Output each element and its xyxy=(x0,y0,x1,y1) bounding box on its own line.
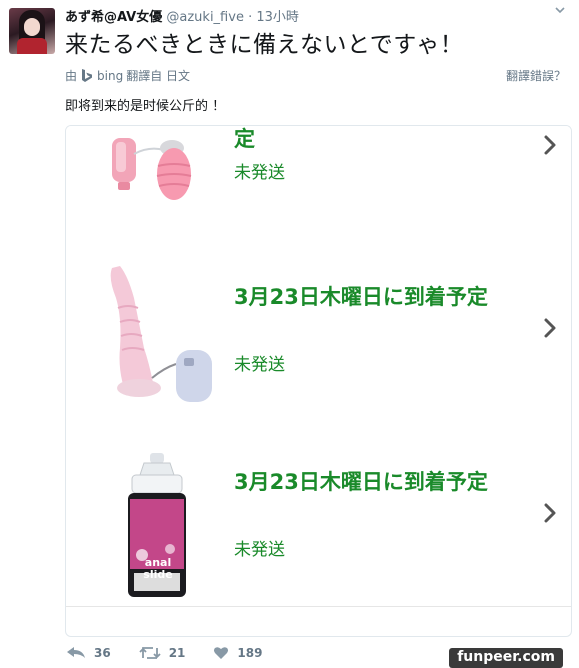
shipping-status: 未発送 xyxy=(234,163,285,183)
avatar-face xyxy=(24,18,40,36)
order-row[interactable]: 3月23日木曜日に到着予定 未発送 xyxy=(66,236,571,422)
reply-count: 36 xyxy=(94,646,111,660)
like-icon xyxy=(214,647,229,659)
reply-button[interactable]: 36 xyxy=(66,646,111,660)
avatar[interactable] xyxy=(9,8,55,54)
order-row[interactable]: 定 未発送 xyxy=(66,126,571,237)
watermark: funpeer.com xyxy=(449,648,563,668)
delivery-date: 3月23日木曜日に到着予定 xyxy=(234,470,488,494)
avatar-outfit xyxy=(17,38,47,54)
bing-provider[interactable]: bing xyxy=(97,69,123,83)
wrong-translation-link[interactable]: 翻譯錯誤？ xyxy=(506,67,566,84)
chevron-right-icon[interactable] xyxy=(541,134,559,156)
user-handle[interactable]: @azuki_five xyxy=(166,10,244,25)
reply-icon xyxy=(67,647,85,658)
separator-dot: · xyxy=(248,10,253,25)
retweet-button[interactable]: 21 xyxy=(139,646,186,660)
tweet-time[interactable]: 13小時 xyxy=(256,10,299,25)
product-image-dildo xyxy=(110,266,212,402)
translation-bar: 由 bing 翻譯自 日文 xyxy=(65,67,190,84)
display-name[interactable]: あず希@AV女優 xyxy=(65,10,162,25)
shipping-status: 未発送 xyxy=(234,355,285,375)
shipping-status: 未発送 xyxy=(234,540,285,560)
chevron-right-icon[interactable] xyxy=(541,317,559,339)
translation-by: 由 xyxy=(65,69,78,83)
like-button[interactable]: 189 xyxy=(213,646,262,660)
chevron-right-icon[interactable] xyxy=(541,502,559,524)
delivery-date: 定 xyxy=(234,127,255,151)
tweet-header: あず希@AV女優 @azuki_five · 13小時 xyxy=(65,6,299,25)
retweet-icon xyxy=(139,646,161,660)
translated-text: 即将到来的是时候公斤的 ！ xyxy=(65,99,226,114)
product-image-egg-vibrator xyxy=(112,138,192,200)
tweet-actions: 36 21 189 xyxy=(66,646,290,660)
translated-from: 翻譯自 日文 xyxy=(126,69,191,83)
bottle-label: anal slide xyxy=(143,556,173,581)
delivery-date: 3月23日木曜日に到着予定 xyxy=(234,285,488,309)
retweet-count: 21 xyxy=(168,646,186,660)
bing-logo-icon xyxy=(81,68,93,83)
tweet-text: 来たるべきときに備えないとですゃ！ xyxy=(65,32,464,58)
like-count: 189 xyxy=(237,646,263,660)
chevron-down-icon[interactable] xyxy=(553,4,567,18)
